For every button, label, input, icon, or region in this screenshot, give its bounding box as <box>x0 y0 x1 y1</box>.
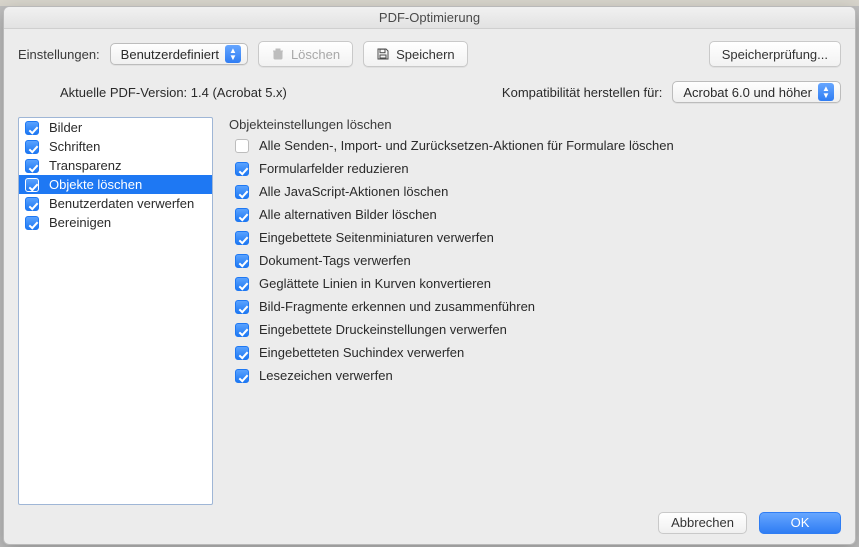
delete-preset-button: Löschen <box>258 41 353 67</box>
category-checkbox[interactable] <box>25 140 39 154</box>
category-checkbox[interactable] <box>25 197 39 211</box>
sidebar-item-label: Schriften <box>49 137 100 156</box>
cancel-label: Abbrechen <box>671 515 734 530</box>
sidebar-item[interactable]: Schriften <box>19 137 212 156</box>
option-checkbox[interactable] <box>235 231 249 245</box>
category-list[interactable]: BilderSchriftenTransparenzObjekte lösche… <box>18 117 213 505</box>
option-checkbox[interactable] <box>235 300 249 314</box>
option-row[interactable]: Eingebettete Seitenminiaturen verwerfen <box>229 230 841 245</box>
current-version-label: Aktuelle PDF-Version: 1.4 (Acrobat 5.x) <box>60 85 287 100</box>
option-checkbox[interactable] <box>235 185 249 199</box>
option-checkbox[interactable] <box>235 208 249 222</box>
sidebar-item-label: Objekte löschen <box>49 175 142 194</box>
option-checkbox[interactable] <box>235 162 249 176</box>
option-label: Lesezeichen verwerfen <box>259 368 393 383</box>
option-row[interactable]: Alle alternativen Bilder löschen <box>229 207 841 222</box>
option-checkbox[interactable] <box>235 369 249 383</box>
option-row[interactable]: Alle JavaScript-Aktionen löschen <box>229 184 841 199</box>
ok-button[interactable]: OK <box>759 512 841 534</box>
delete-preset-label: Löschen <box>291 47 340 62</box>
options-heading: Objekteinstellungen löschen <box>229 117 841 132</box>
option-label: Alle Senden-, Import- und Zurücksetzen-A… <box>259 138 674 153</box>
chevron-updown-icon: ▲▼ <box>225 45 241 63</box>
sidebar-item[interactable]: Bereinigen <box>19 213 212 232</box>
options-panel: Objekteinstellungen löschen Alle Senden-… <box>229 117 841 505</box>
option-label: Alle alternativen Bilder löschen <box>259 207 437 222</box>
cancel-button[interactable]: Abbrechen <box>658 512 747 534</box>
compat-label: Kompatibilität herstellen für: <box>502 85 662 100</box>
option-row[interactable]: Bild-Fragmente erkennen und zusammenführ… <box>229 299 841 314</box>
compat-group: Kompatibilität herstellen für: Acrobat 6… <box>502 81 841 103</box>
option-label: Eingebetteten Suchindex verwerfen <box>259 345 464 360</box>
dialog-footer: Abbrechen OK <box>658 512 841 534</box>
option-label: Eingebettete Druckeinstellungen verwerfe… <box>259 322 507 337</box>
chevron-updown-icon: ▲▼ <box>818 83 834 101</box>
compat-popup[interactable]: Acrobat 6.0 und höher ▲▼ <box>672 81 841 103</box>
option-label: Dokument-Tags verwerfen <box>259 253 411 268</box>
category-checkbox[interactable] <box>25 159 39 173</box>
category-checkbox[interactable] <box>25 216 39 230</box>
options-list: Alle Senden-, Import- und Zurücksetzen-A… <box>229 138 841 383</box>
compat-popup-value: Acrobat 6.0 und höher <box>683 85 812 100</box>
option-row[interactable]: Dokument-Tags verwerfen <box>229 253 841 268</box>
dialog-sheet: PDF-Optimierung Einstellungen: Benutzerd… <box>3 6 856 545</box>
main-columns: BilderSchriftenTransparenzObjekte lösche… <box>18 117 841 505</box>
option-label: Eingebettete Seitenminiaturen verwerfen <box>259 230 494 245</box>
toolbar-row: Einstellungen: Benutzerdefiniert ▲▼ Lösc… <box>18 41 841 67</box>
sidebar-item-label: Benutzerdaten verwerfen <box>49 194 194 213</box>
option-checkbox[interactable] <box>235 346 249 360</box>
window-title-text: PDF-Optimierung <box>379 10 480 25</box>
option-checkbox[interactable] <box>235 139 249 153</box>
option-row[interactable]: Eingebettete Druckeinstellungen verwerfe… <box>229 322 841 337</box>
option-row[interactable]: Alle Senden-, Import- und Zurücksetzen-A… <box>229 138 841 153</box>
option-checkbox[interactable] <box>235 254 249 268</box>
save-preset-label: Speichern <box>396 47 455 62</box>
window-title: PDF-Optimierung <box>4 7 855 29</box>
option-row[interactable]: Formularfelder reduzieren <box>229 161 841 176</box>
sidebar-item-label: Transparenz <box>49 156 122 175</box>
audit-space-label: Speicherprüfung... <box>722 47 828 62</box>
audit-space-button[interactable]: Speicherprüfung... <box>709 41 841 67</box>
option-label: Formularfelder reduzieren <box>259 161 409 176</box>
save-preset-button[interactable]: Speichern <box>363 41 468 67</box>
option-label: Bild-Fragmente erkennen und zusammenführ… <box>259 299 535 314</box>
category-checkbox[interactable] <box>25 178 39 192</box>
option-checkbox[interactable] <box>235 323 249 337</box>
sidebar-item-label: Bereinigen <box>49 213 111 232</box>
option-checkbox[interactable] <box>235 277 249 291</box>
option-label: Alle JavaScript-Aktionen löschen <box>259 184 448 199</box>
option-row[interactable]: Geglättete Linien in Kurven konvertieren <box>229 276 841 291</box>
option-row[interactable]: Lesezeichen verwerfen <box>229 368 841 383</box>
sidebar-item[interactable]: Transparenz <box>19 156 212 175</box>
settings-label: Einstellungen: <box>18 47 100 62</box>
floppy-icon <box>376 47 390 61</box>
settings-popup[interactable]: Benutzerdefiniert ▲▼ <box>110 43 248 65</box>
sidebar-item[interactable]: Benutzerdaten verwerfen <box>19 194 212 213</box>
version-row: Aktuelle PDF-Version: 1.4 (Acrobat 5.x) … <box>18 81 841 103</box>
option-label: Geglättete Linien in Kurven konvertieren <box>259 276 491 291</box>
ok-label: OK <box>791 515 810 530</box>
category-checkbox[interactable] <box>25 121 39 135</box>
sidebar-item[interactable]: Objekte löschen <box>19 175 212 194</box>
trash-icon <box>271 47 285 61</box>
option-row[interactable]: Eingebetteten Suchindex verwerfen <box>229 345 841 360</box>
sidebar-item[interactable]: Bilder <box>19 118 212 137</box>
dialog-content: Einstellungen: Benutzerdefiniert ▲▼ Lösc… <box>4 29 855 544</box>
settings-popup-value: Benutzerdefiniert <box>121 47 219 62</box>
sidebar-item-label: Bilder <box>49 118 82 137</box>
